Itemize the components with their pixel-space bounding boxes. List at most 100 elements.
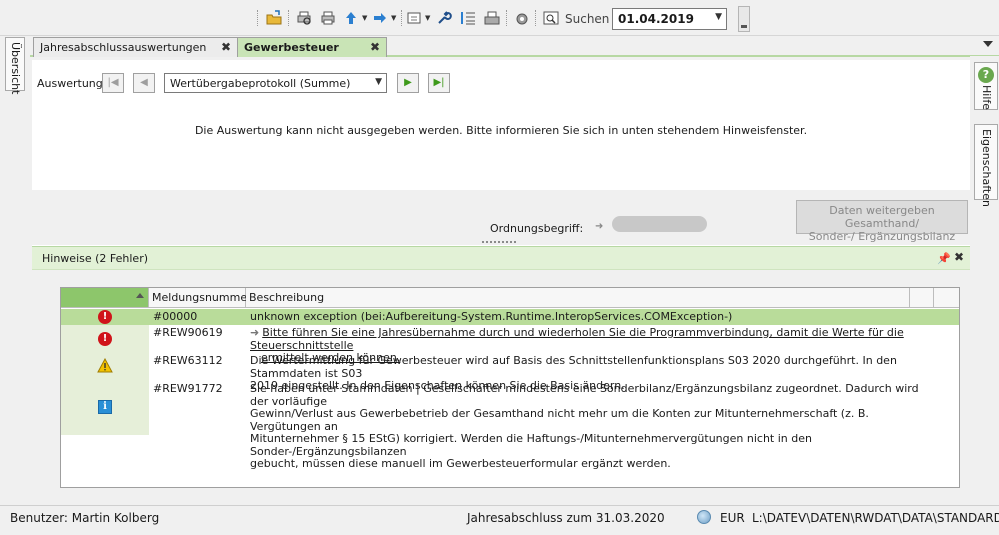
date-select[interactable]: 01.04.2019 ▼ bbox=[612, 8, 727, 30]
status-user: Benutzer: Martin Kolberg bbox=[10, 511, 160, 525]
chevron-down-icon[interactable]: ▼ bbox=[391, 14, 396, 22]
column-header-extra[interactable] bbox=[910, 288, 934, 308]
arrow-right-icon: ➜ bbox=[250, 326, 260, 339]
search-label: Suchen bbox=[565, 12, 610, 26]
status-currency: EUR bbox=[720, 511, 745, 525]
ordnungsbegriff-value-redacted bbox=[612, 216, 707, 232]
export-icon[interactable] bbox=[407, 10, 423, 26]
toolbar-grip bbox=[257, 10, 260, 26]
splitter-handle[interactable] bbox=[482, 241, 516, 243]
skip-first-icon: |◀ bbox=[107, 77, 119, 88]
pin-icon[interactable]: 📌 bbox=[937, 252, 951, 265]
tab-eigenschaften[interactable]: Eigenschaften bbox=[974, 124, 998, 207]
info-icon: i bbox=[98, 400, 112, 414]
auswertung-label: Auswertung: bbox=[37, 77, 107, 90]
date-value: 01.04.2019 bbox=[618, 12, 694, 26]
tab-label: Gewerbesteuer bbox=[244, 41, 339, 54]
tab-hilfe-label: Hilfe bbox=[980, 85, 993, 111]
chevron-down-icon[interactable]: ▼ bbox=[425, 14, 430, 22]
row-description: Sie haben unter Stammdaten | Gesellschaf… bbox=[246, 381, 926, 471]
close-tab-icon[interactable]: ✖ bbox=[370, 40, 380, 54]
toolbar-scroll-button[interactable] bbox=[738, 6, 750, 32]
row-type-cell: i bbox=[61, 381, 149, 435]
row-description-line: Sie haben unter Stammdaten | Gesellschaf… bbox=[250, 382, 919, 408]
next-button[interactable]: ▶ bbox=[397, 73, 419, 93]
row-description-line: gebucht, müssen diese manuell im Gewerbe… bbox=[250, 457, 671, 470]
tab-uebersicht-label: Übersicht bbox=[9, 42, 22, 95]
row-number: #00000 bbox=[153, 310, 198, 323]
help-link[interactable]: Bitte führen Sie eine Jahresübernahme du… bbox=[250, 326, 904, 352]
column-header-beschreibung[interactable]: Beschreibung bbox=[246, 288, 910, 308]
toolbar-separator bbox=[535, 10, 538, 26]
left-rail bbox=[0, 36, 28, 505]
table-row[interactable]: ! #00000 unknown exception (bei:Aufberei… bbox=[61, 309, 959, 325]
tab-jahresabschlussauswertungen[interactable]: Jahresabschlussauswertungen ✖ bbox=[33, 37, 238, 57]
close-icon[interactable]: ✖ bbox=[954, 250, 964, 264]
column-header-extra[interactable] bbox=[934, 288, 959, 308]
search-window-icon[interactable] bbox=[543, 10, 559, 26]
lock-icon[interactable] bbox=[514, 10, 530, 26]
hinweise-header: Hinweise (2 Fehler) 📌 ✖ bbox=[32, 246, 970, 270]
hinweise-body: Meldungsnummer Beschreibung ! #00000 unk… bbox=[32, 270, 970, 505]
table-row[interactable]: ! #REW90619 ➜ Bitte führen Sie eine Jahre… bbox=[61, 325, 959, 364]
document-tabs: Jahresabschlussauswertungen ✖ Gewerbeste… bbox=[30, 37, 999, 57]
chevron-down-icon[interactable]: ▼ bbox=[375, 77, 382, 87]
auswertung-selected: Wertübergabeprotokoll (Summe) bbox=[170, 77, 351, 90]
tab-gewerbesteuer[interactable]: Gewerbesteuer ✖ bbox=[237, 37, 387, 57]
row-description-line: Gewinn/Verlust aus Gewerbebetrieb der Ge… bbox=[250, 407, 869, 433]
error-message: Die Auswertung kann nicht ausgegeben wer… bbox=[194, 124, 808, 137]
status-period: Jahresabschluss zum 31.03.2020 bbox=[467, 511, 665, 525]
first-button[interactable]: |◀ bbox=[102, 73, 124, 93]
daten-button-line2: Sonder-/ Ergänzungsbilanz bbox=[808, 230, 956, 243]
hinweise-table: Meldungsnummer Beschreibung ! #00000 unk… bbox=[60, 287, 960, 488]
row-type-cell: ! bbox=[61, 325, 149, 353]
skip-last-icon: ▶| bbox=[433, 77, 445, 88]
status-bar: Benutzer: Martin Kolberg Jahresabschluss… bbox=[0, 505, 999, 535]
message-area: Die Auswertung kann nicht ausgegeben wer… bbox=[32, 100, 970, 190]
fax-icon[interactable] bbox=[484, 10, 500, 26]
arrow-right-icon[interactable] bbox=[372, 10, 388, 26]
list-icon[interactable] bbox=[460, 10, 476, 26]
close-tab-icon[interactable]: ✖ bbox=[221, 40, 231, 54]
previous-button[interactable]: ◀ bbox=[133, 73, 155, 93]
auswertung-select[interactable]: Wertübergabeprotokoll (Summe) ▼ bbox=[164, 73, 387, 93]
print-icon[interactable] bbox=[320, 10, 336, 26]
error-icon: ! bbox=[98, 310, 112, 324]
sort-ascending-icon bbox=[136, 293, 144, 298]
row-number: #REW91772 bbox=[153, 382, 223, 395]
daten-weitergeben-button[interactable]: Daten weitergeben Gesamthand/ Sonder-/ E… bbox=[796, 200, 968, 243]
tab-uebersicht[interactable]: Übersicht bbox=[5, 37, 25, 95]
next-icon: ▶ bbox=[404, 77, 412, 88]
tab-hilfe[interactable]: ? Hilfe bbox=[974, 62, 998, 110]
ordnung-area: Ordnungsbegriff: ➜ Daten weitergeben Ges… bbox=[32, 190, 970, 245]
table-row[interactable]: #REW63112 Die Wertermittlung für Gewerbe… bbox=[61, 353, 959, 392]
toolbar-separator bbox=[506, 10, 509, 26]
hinweise-title: Hinweise (2 Fehler) bbox=[42, 252, 149, 265]
print-preview-icon[interactable] bbox=[296, 10, 312, 26]
warning-icon bbox=[97, 358, 113, 373]
chevron-down-icon[interactable]: ▼ bbox=[362, 14, 367, 22]
globe-icon bbox=[697, 510, 711, 524]
tab-label: Jahresabschlussauswertungen bbox=[40, 41, 207, 54]
row-description-line: Die Wertermittlung für Gewerbesteuer wir… bbox=[250, 354, 897, 380]
tabs-dropdown-icon[interactable] bbox=[983, 41, 993, 47]
arrow-right-icon: ➜ bbox=[595, 221, 604, 232]
wrench-icon[interactable] bbox=[436, 10, 452, 26]
column-header-meldungsnummer[interactable]: Meldungsnummer bbox=[149, 288, 252, 308]
auswertung-bar: Auswertung: |◀ ◀ Wertübergabeprotokoll (… bbox=[32, 60, 970, 100]
open-folder-icon[interactable] bbox=[266, 10, 282, 26]
arrow-up-icon[interactable] bbox=[343, 10, 359, 26]
ordnungsbegriff-label: Ordnungsbegriff: bbox=[490, 222, 584, 235]
last-button[interactable]: ▶| bbox=[428, 73, 450, 93]
toolbar-separator bbox=[288, 10, 291, 26]
table-row[interactable]: i #REW91772 Sie haben unter Stammdaten |… bbox=[61, 381, 959, 470]
error-icon: ! bbox=[98, 332, 112, 346]
chevron-down-icon[interactable]: ▼ bbox=[715, 12, 722, 22]
row-type-cell bbox=[61, 353, 149, 381]
main-panel: Auswertung: |◀ ◀ Wertübergabeprotokoll (… bbox=[32, 60, 970, 505]
row-description-line[interactable]: ➜ Bitte führen Sie eine Jahresübernahme d… bbox=[250, 326, 923, 352]
daten-button-line1: Daten weitergeben Gesamthand/ bbox=[829, 204, 935, 230]
row-description-line: Mitunternehmer § 15 EStG) korrigiert. We… bbox=[250, 432, 812, 458]
help-icon: ? bbox=[978, 67, 994, 83]
column-header-type[interactable] bbox=[61, 288, 149, 308]
